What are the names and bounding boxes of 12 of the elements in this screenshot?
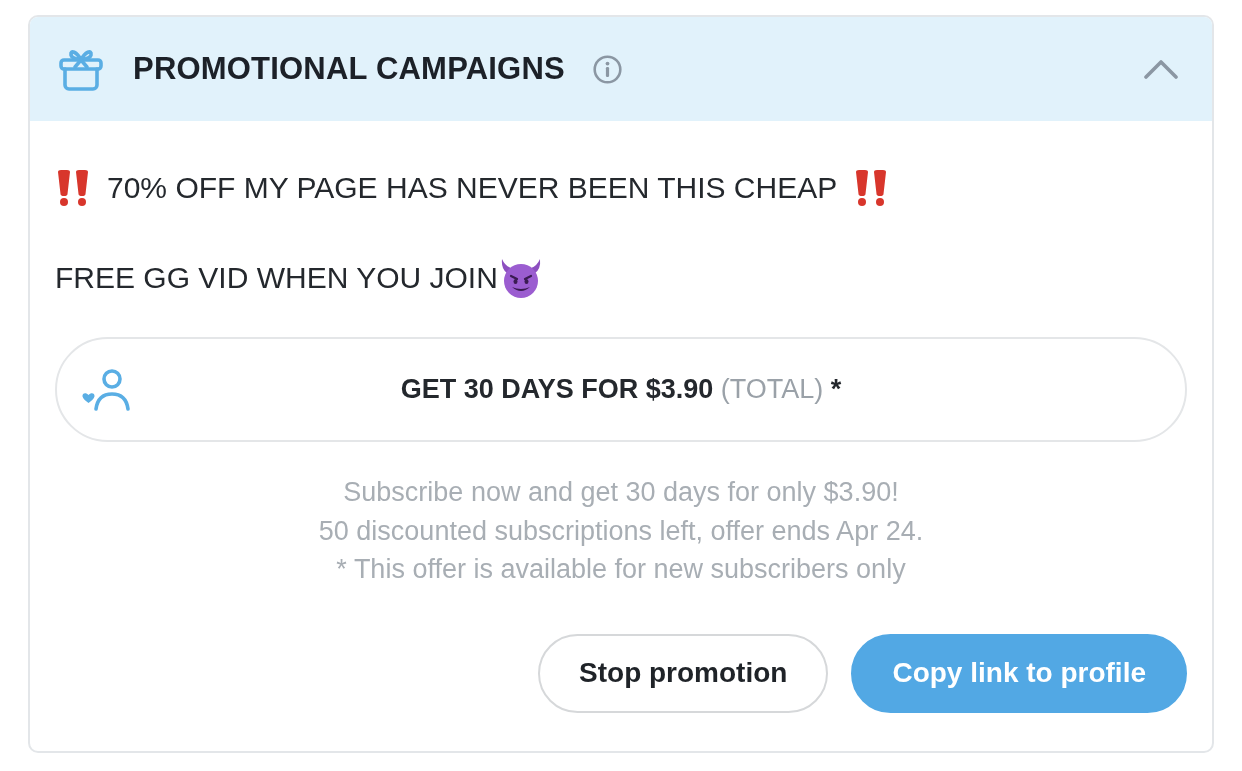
- info-icon[interactable]: [592, 54, 622, 84]
- campaign-tagline: FREE GG VID WHEN YOU JOIN: [55, 260, 498, 296]
- stop-promotion-button[interactable]: Stop promotion: [538, 633, 829, 713]
- offer-detail-text: * This offer is available for new subscribers only: [336, 553, 906, 586]
- campaign-headline: 70% OFF MY PAGE HAS NEVER BEEN THIS CHEAP: [107, 170, 838, 206]
- offer-text: GET 30 DAYS FOR $3.90 (TOTAL) *: [400, 374, 842, 405]
- offer-detail-text: 50 discounted subscriptions left, offer ends Apr 24.: [318, 514, 924, 548]
- person-heart-icon: [81, 367, 131, 412]
- chevron-up-icon[interactable]: [1144, 59, 1178, 79]
- double-exclamation-icon: [55, 169, 91, 207]
- offer-detail-text: Subscribe now and get 30 days for only $3.90!: [343, 476, 899, 509]
- panel-title: PROMOTIONAL CAMPAIGNS: [133, 51, 565, 87]
